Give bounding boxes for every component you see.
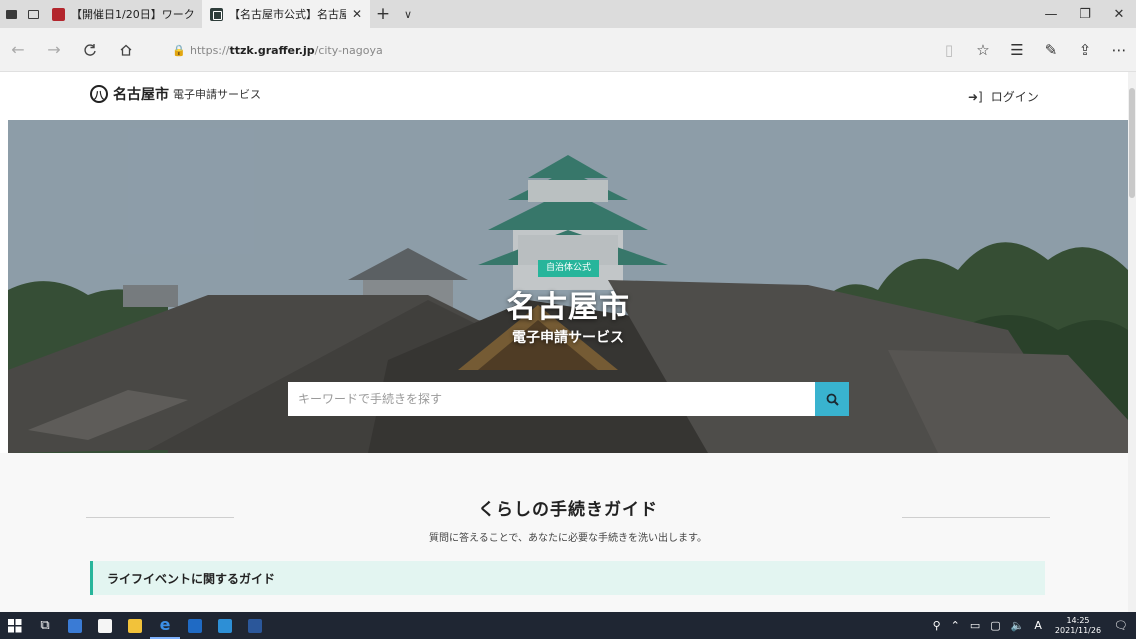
hero-title: 名古屋市 [506, 290, 630, 325]
people-icon[interactable]: ⚲ [933, 619, 941, 632]
tabs-aside-icon [27, 9, 39, 19]
hero-subtitle: 電子申請サービス [512, 330, 624, 346]
search-input[interactable] [288, 382, 815, 416]
windows-taskbar: ⧉ e ⚲ ⌃ ▭ ▢ 🔈 A 14:25 2021/11/26 🗨 [0, 612, 1136, 639]
notification-center-icon[interactable]: 🗨 [1114, 619, 1128, 632]
guide-section: くらしの手続きガイド 質問に答えることで、あなたに必要な手続きを洗い出します。 … [0, 453, 1136, 612]
window-controls: — ❐ ✕ [1034, 0, 1136, 28]
taskbar-app-dreamweaver[interactable] [210, 612, 240, 639]
page-scrollbar[interactable] [1128, 72, 1136, 612]
system-tray: ⚲ ⌃ ▭ ▢ 🔈 A 14:25 2021/11/26 🗨 [928, 612, 1136, 639]
taskbar-app-edge[interactable]: e [150, 612, 180, 639]
calendar-app-icon [68, 618, 82, 633]
url-path: /city-nagoya [314, 43, 383, 57]
folder-app-icon [128, 618, 142, 633]
search-icon [826, 393, 839, 406]
tab-actions-icon [5, 9, 17, 19]
taskbar-app-store[interactable] [90, 612, 120, 639]
new-tab-button[interactable]: + [370, 4, 396, 24]
taskbar-app-word[interactable] [240, 612, 270, 639]
hero-banner: 自治体公式 名古屋市 電子申請サービス [8, 120, 1128, 453]
search-button[interactable] [815, 382, 849, 416]
nagoya-emblem-icon: 八 [90, 85, 108, 103]
clock[interactable]: 14:25 2021/11/26 [1055, 616, 1101, 636]
network-icon[interactable]: ▢ [990, 619, 1000, 632]
home-button[interactable] [108, 28, 144, 72]
share-icon[interactable]: ⇪ [1068, 41, 1102, 59]
app-icon [218, 618, 232, 633]
tab-actions-button[interactable] [0, 0, 22, 28]
more-options-icon[interactable]: ⋯ [1102, 41, 1136, 59]
task-view-icon: ⧉ [40, 618, 50, 633]
reading-view-icon[interactable]: ▯ [932, 41, 966, 59]
site-header: 八 名古屋市 電子申請サービス ➜] ログイン [0, 72, 1136, 120]
scrollbar-thumb[interactable] [1129, 88, 1135, 198]
tab-title: 【名古屋市公式】名古屋 [229, 8, 346, 21]
site-favicon-icon [210, 7, 223, 21]
taskbar-app-explorer[interactable] [120, 612, 150, 639]
favorite-star-icon[interactable]: ☆ [966, 41, 1000, 59]
taskbar-app-outlook[interactable] [180, 612, 210, 639]
logo-city-name: 名古屋市 [113, 87, 169, 103]
url-domain: ttzk.graffer.jp [229, 43, 315, 57]
browser-toolbar-right: ▯ ☆ ☰ ✎ ⇪ ⋯ [932, 28, 1136, 72]
forward-button[interactable]: → [36, 28, 72, 72]
guide-description: 質問に答えることで、あなたに必要な手続きを洗い出します。 [429, 533, 707, 544]
tab-work-life[interactable]: 【開催日1/20日】ワーク・ライフ [44, 0, 202, 28]
close-tab-icon[interactable]: ✕ [352, 7, 362, 21]
word-app-icon [248, 618, 262, 633]
site-logo[interactable]: 八 名古屋市 電子申請サービス [90, 84, 261, 104]
favorites-list-icon[interactable]: ☰ [1000, 41, 1034, 59]
life-event-guide-link[interactable]: ライフイベントに関するガイド [90, 561, 1045, 595]
logo-service-name: 電子申請サービス [173, 88, 261, 101]
back-button[interactable]: ← [0, 28, 36, 72]
start-button[interactable] [0, 612, 30, 639]
taskbar-app-calendar[interactable] [60, 612, 90, 639]
login-label: ログイン [990, 90, 1039, 104]
lock-icon: 🔒 [172, 43, 186, 57]
maximize-button[interactable]: ❐ [1068, 0, 1102, 28]
store-app-icon [98, 618, 112, 633]
address-bar: ← → 🔒 https://ttzk.graffer.jp/city-nagoy… [0, 28, 1136, 72]
ime-indicator[interactable]: A [1034, 619, 1042, 632]
outlook-app-icon [188, 618, 202, 633]
guide-title: くらしの手続きガイド [478, 500, 658, 520]
minimize-button[interactable]: — [1034, 0, 1068, 28]
refresh-button[interactable] [72, 28, 108, 72]
task-view-button[interactable]: ⧉ [30, 612, 60, 639]
refresh-icon [84, 43, 96, 56]
tray-chevron-up-icon[interactable]: ⌃ [951, 619, 960, 632]
home-icon [120, 44, 132, 56]
clock-date: 2021/11/26 [1054, 625, 1102, 635]
battery-icon[interactable]: ▭ [970, 619, 980, 632]
url-field[interactable]: 🔒 https://ttzk.graffer.jp/city-nagoya [172, 36, 972, 64]
notes-pen-icon[interactable]: ✎ [1034, 41, 1068, 59]
official-badge: 自治体公式 [538, 260, 599, 277]
site-favicon-icon [52, 7, 65, 21]
browser-tab-strip: 【開催日1/20日】ワーク・ライフ 【名古屋市公式】名古屋 ✕ + ∨ — ❐ … [0, 0, 1136, 28]
volume-icon[interactable]: 🔈 [1011, 619, 1025, 632]
tabs-aside-button[interactable] [22, 0, 44, 28]
tab-title: 【開催日1/20日】ワーク・ライフ [71, 8, 194, 21]
tab-nagoya[interactable]: 【名古屋市公式】名古屋 ✕ [202, 0, 370, 28]
login-button[interactable]: ➜] ログイン [968, 88, 1039, 105]
login-arrow-icon: ➜] [968, 89, 983, 104]
url-prefix: https:// [190, 43, 230, 57]
tab-menu-chevron-icon[interactable]: ∨ [396, 8, 420, 21]
edge-app-icon: e [159, 615, 171, 634]
clock-time: 14:25 [1066, 615, 1090, 625]
windows-logo-icon [8, 618, 22, 632]
close-window-button[interactable]: ✕ [1102, 0, 1136, 28]
